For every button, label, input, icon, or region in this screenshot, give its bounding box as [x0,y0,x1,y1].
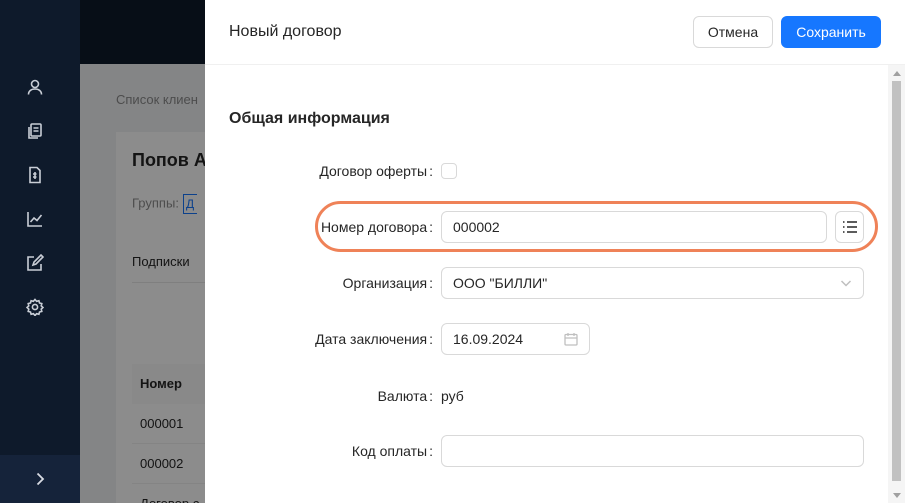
date-value: 16.09.2024 [453,331,524,347]
payment-code-label: Код оплаты [352,443,433,459]
date-picker[interactable]: 16.09.2024 [441,323,590,355]
date-label: Дата заключения [315,331,433,347]
list-icon [842,221,857,233]
left-nav [0,0,80,503]
scrollbar-thumb[interactable] [892,81,901,481]
payment-code-input[interactable] [441,435,864,467]
organization-select[interactable]: ООО "БИЛЛИ" [441,267,864,299]
currency-value: руб [441,388,464,404]
contract-number-label: Номер договора [321,219,433,235]
chevron-down-icon [840,280,852,287]
drawer-header: Новый договор Отмена Сохранить [205,0,905,65]
number-list-button[interactable] [835,211,864,243]
organization-label: Организация [343,275,433,291]
calendar-icon [564,333,578,346]
expand-nav-button[interactable] [0,455,80,503]
cancel-button[interactable]: Отмена [693,16,773,48]
section-title: Общая информация [229,110,390,127]
user-icon[interactable] [24,76,46,98]
chart-icon[interactable] [24,208,46,230]
offer-label: Договор оферты [319,163,433,179]
invoice-icon[interactable] [24,164,46,186]
contract-number-input[interactable]: 000002 [441,211,827,243]
chevron-right-icon [36,472,45,486]
scroll-up-arrow[interactable] [892,69,901,77]
currency-label: Валюта [378,388,433,404]
drawer-title: Новый договор [229,23,342,40]
documents-icon[interactable] [24,120,46,142]
offer-checkbox[interactable] [441,163,457,179]
scrollbar[interactable] [888,65,905,503]
edit-icon[interactable] [24,252,46,274]
save-button[interactable]: Сохранить [781,16,881,48]
settings-icon[interactable] [24,296,46,318]
scroll-down-arrow[interactable] [892,491,901,499]
organization-value: ООО "БИЛЛИ" [453,275,548,291]
new-contract-drawer: Новый договор Отмена Сохранить Общая инф… [205,0,905,503]
